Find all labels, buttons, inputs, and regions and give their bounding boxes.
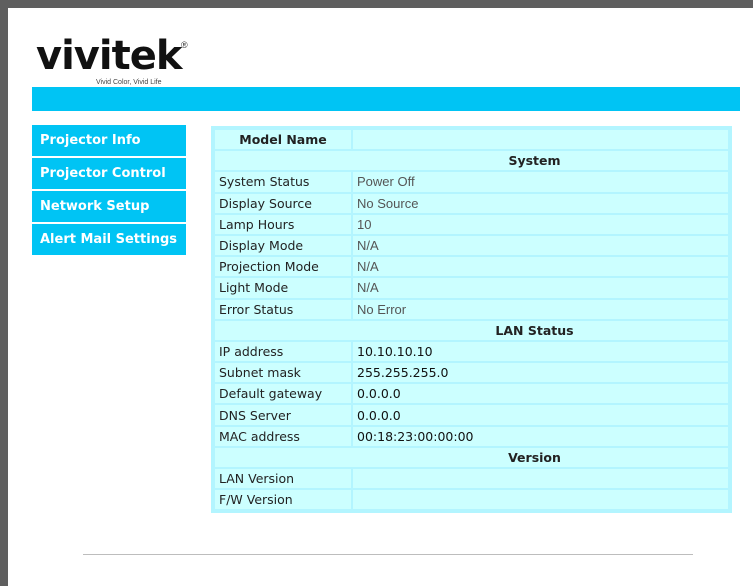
row-label: Projection Mode [215, 257, 351, 277]
row-label: F/W Version [215, 490, 351, 510]
section-row: LAN Status [215, 320, 728, 340]
row-label: Subnet mask [215, 363, 351, 383]
table-row: MAC address 00:18:23:00:00:00 [215, 426, 728, 446]
table-row: Light Mode N/A [215, 278, 728, 298]
row-value: No Error [353, 299, 728, 319]
header-banner [32, 87, 740, 111]
row-value: 10 [353, 214, 728, 234]
row-value: N/A [353, 278, 728, 298]
projector-info-table: Model Name System System Status Power Of… [213, 128, 730, 511]
row-label: Default gateway [215, 384, 351, 404]
table-row: Model Name [215, 130, 728, 150]
table-row: IP address 10.10.10.10 [215, 341, 728, 362]
table-row: Default gateway 0.0.0.0 [215, 384, 728, 404]
row-value: 10.10.10.10 [353, 341, 728, 362]
table-row: Projection Mode N/A [215, 257, 728, 277]
nav-item-network-setup[interactable]: Network Setup [32, 191, 186, 222]
row-label: Display Source [215, 193, 351, 213]
row-label: MAC address [215, 426, 351, 446]
row-value: 255.255.255.0 [353, 363, 728, 383]
model-name-value [353, 130, 728, 150]
table-row: DNS Server 0.0.0.0 [215, 405, 728, 425]
row-label: Error Status [215, 299, 351, 319]
system-heading: System [215, 151, 728, 171]
row-label: LAN Version [215, 469, 351, 489]
table-row: F/W Version [215, 490, 728, 510]
row-value: 0.0.0.0 [353, 384, 728, 404]
row-label: DNS Server [215, 405, 351, 425]
row-value: 0.0.0.0 [353, 405, 728, 425]
nav-item-projector-info[interactable]: Projector Info [32, 125, 186, 156]
row-value [353, 490, 728, 510]
model-name-label: Model Name [215, 130, 351, 150]
row-label: System Status [215, 172, 351, 192]
row-value: 00:18:23:00:00:00 [353, 426, 728, 446]
row-value [353, 469, 728, 489]
version-heading: Version [215, 447, 728, 467]
row-value: N/A [353, 235, 728, 256]
section-row: System [215, 151, 728, 171]
projector-info-panel: Model Name System System Status Power Of… [211, 126, 732, 514]
table-row: Subnet mask 255.255.255.0 [215, 363, 728, 383]
table-row: Lamp Hours 10 [215, 214, 728, 234]
sidebar-nav: Projector Info Projector Control Network… [32, 125, 186, 257]
row-value: No Source [353, 193, 728, 213]
row-label: Light Mode [215, 278, 351, 298]
footer-divider [83, 554, 693, 555]
page: vivitek ® Vivid Color, Vivid Life Projec… [8, 8, 753, 586]
table-row: Error Status No Error [215, 299, 728, 319]
table-row: Display Mode N/A [215, 235, 728, 256]
registered-mark: ® [181, 40, 188, 50]
table-row: Display Source No Source [215, 193, 728, 213]
nav-item-alert-mail-settings[interactable]: Alert Mail Settings [32, 224, 186, 255]
row-value: N/A [353, 257, 728, 277]
table-row: System Status Power Off [215, 172, 728, 192]
row-value: Power Off [353, 172, 728, 192]
logo-tagline: Vivid Color, Vivid Life [96, 79, 162, 86]
row-label: Display Mode [215, 235, 351, 256]
section-row: Version [215, 447, 728, 467]
table-row: LAN Version [215, 469, 728, 489]
lan-status-heading: LAN Status [215, 320, 728, 340]
nav-item-projector-control[interactable]: Projector Control [32, 158, 186, 189]
row-label: Lamp Hours [215, 214, 351, 234]
logo-wordmark: vivitek [36, 33, 182, 79]
row-label: IP address [215, 341, 351, 362]
